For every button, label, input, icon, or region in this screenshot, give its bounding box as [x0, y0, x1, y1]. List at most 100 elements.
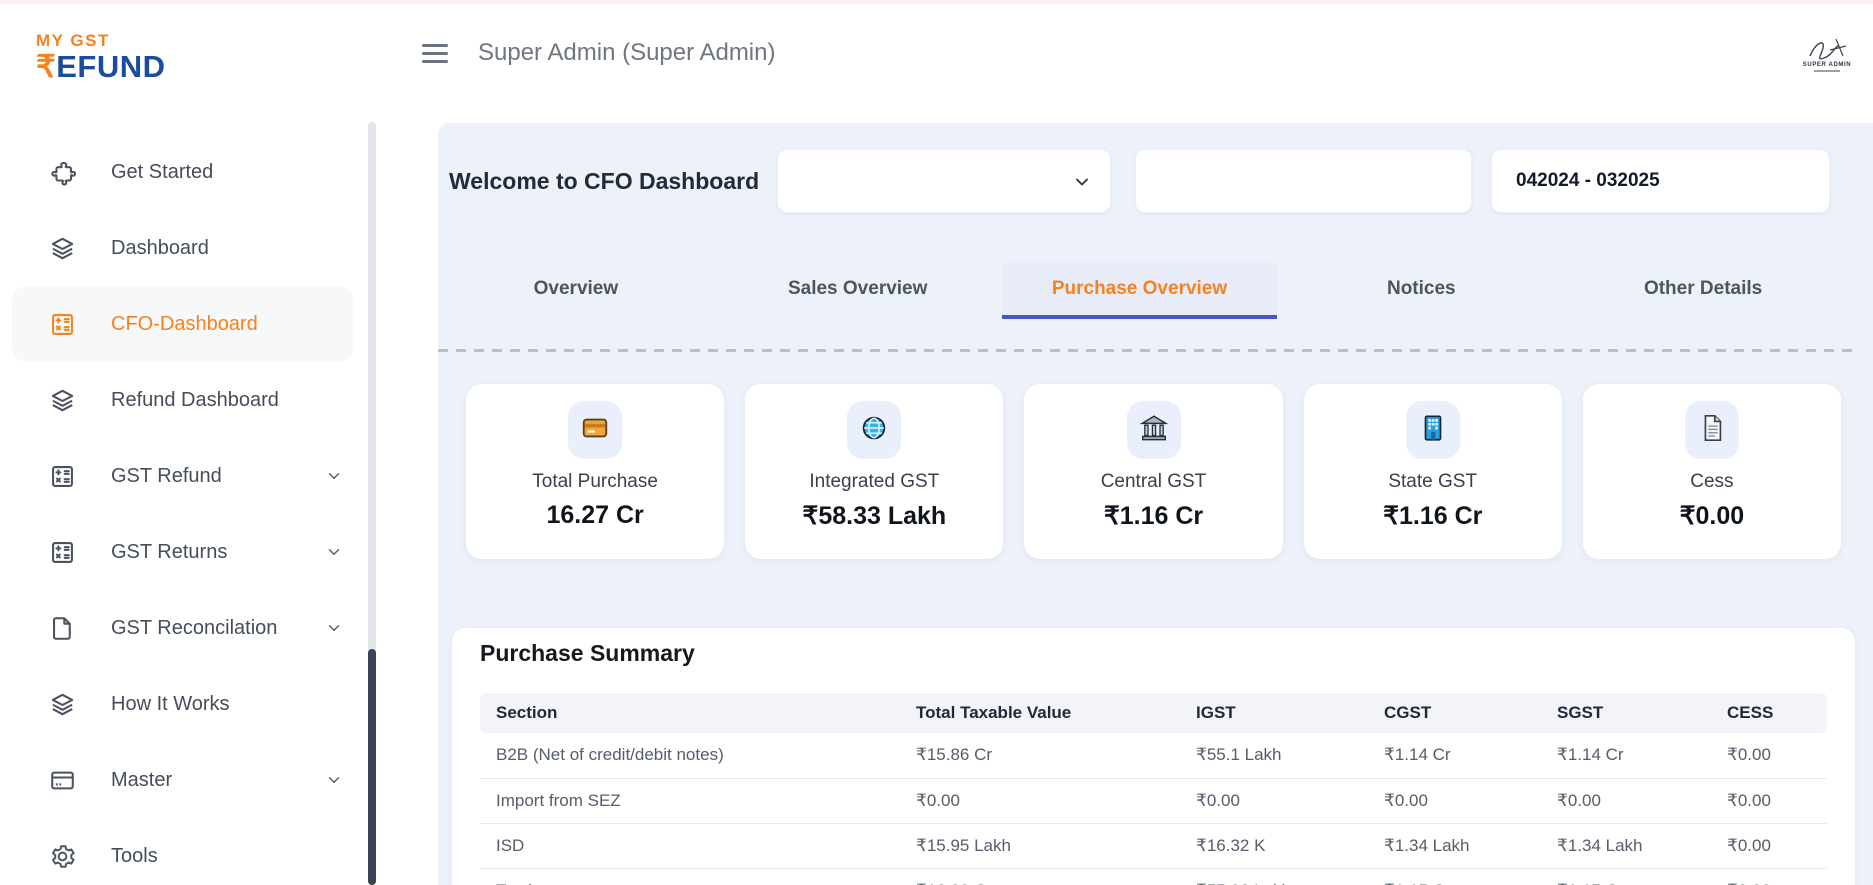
stat-card-integrated-gst: Integrated GST ₹58.33 Lakh [745, 384, 1004, 559]
sidebar-item-gst-refund[interactable]: GST Refund [0, 438, 365, 514]
table-row: Import from SEZ ₹0.00 ₹0.00 ₹0.00 ₹0.00 ₹0.00 [480, 778, 1827, 824]
sidebar-item-dashboard[interactable]: Dashboard [0, 210, 365, 286]
stat-label: State GST [1388, 471, 1478, 492]
user-signature-stamp[interactable]: SUPER ADMIN [1795, 36, 1859, 72]
table-cell: ₹0.00 [1180, 778, 1368, 824]
sidebar-item-refund-dashboard[interactable]: Refund Dashboard [0, 362, 365, 438]
table-row: Total₹16.02 Cr₹55.26 Lakh₹1.15 Cr₹1.15 C… [480, 868, 1827, 885]
stat-value: 16.27 Cr [546, 501, 644, 529]
stat-label: Integrated GST [809, 471, 940, 492]
sidebar-item-label: Master [111, 768, 173, 791]
file-icon [48, 614, 77, 643]
table-cell: ₹1.34 Lakh [1368, 823, 1541, 869]
sidebar-item-tools[interactable]: Tools [0, 818, 365, 885]
period-input[interactable]: 042024 - 032025 [1491, 149, 1830, 213]
globe-icon [859, 413, 889, 448]
layers-icon [48, 234, 77, 263]
sidebar-item-master[interactable]: Master [0, 742, 365, 818]
sidebar-item-how-it-works[interactable]: How It Works [0, 666, 365, 742]
chevron-down-icon [325, 619, 343, 637]
stat-value: ₹1.16 Cr [1103, 502, 1204, 530]
sidebar-item-label: Get Started [111, 160, 214, 183]
period-value: 042024 - 032025 [1516, 170, 1660, 191]
gear-icon [48, 842, 77, 871]
vertical-scrollbar-thumb[interactable] [368, 649, 376, 885]
sidebar-item-cfo-dashboard[interactable]: CFO-Dashboard [12, 286, 353, 362]
calculator-icon [48, 310, 77, 339]
company-select[interactable] [777, 149, 1111, 213]
column-header-section: Section [480, 693, 900, 733]
column-header-igst: IGST [1180, 693, 1368, 733]
stat-icon-box [568, 401, 623, 459]
layers-icon [48, 386, 77, 415]
table-cell: ₹0.00 [900, 778, 1180, 824]
chevron-down-icon [325, 771, 343, 789]
secondary-select[interactable] [1135, 149, 1472, 213]
sidebar-item-label: Tools [111, 844, 158, 867]
stat-card-cess: Cess ₹0.00 [1582, 384, 1842, 559]
main-panel: Welcome to CFO Dashboard 042024 - 032025… [438, 123, 1873, 885]
stat-icon-box [1405, 401, 1460, 459]
purchase-summary-title: Purchase Summary [480, 640, 695, 666]
chevron-down-icon [1072, 172, 1092, 192]
brand-logo-name: EFUND [56, 49, 166, 84]
sidebar-item-label: CFO-Dashboard [111, 312, 258, 335]
calculator-icon [48, 538, 77, 567]
tab-purchase-overview[interactable]: Purchase Overview [1001, 263, 1278, 319]
welcome-row: Welcome to CFO Dashboard 042024 - 032025 [449, 149, 1830, 213]
sidebar: Get Started Dashboard CFO-Dashboard Refund … [0, 120, 365, 885]
table-cell: ₹1.15 Cr [1541, 868, 1711, 885]
document-icon [1697, 413, 1727, 448]
rupee-icon: ₹ [36, 49, 57, 84]
stat-value: ₹58.33 Lakh [802, 502, 947, 530]
credit-card-outline-icon [48, 766, 77, 795]
puzzle-icon [48, 158, 77, 187]
tab-overview[interactable]: Overview [438, 263, 714, 319]
sidebar-item-gst-reconcilation[interactable]: GST Reconcilation [0, 590, 365, 666]
brand-logo-bottom: ₹EFUND [36, 51, 166, 82]
stamp-subtext-line [1814, 70, 1840, 72]
table-row: ISD ₹15.95 Lakh ₹16.32 K ₹1.34 Lakh ₹1.34 La… [480, 823, 1827, 869]
stat-cards-row: Total Purchase 16.27 Cr Integrated GST ₹58.… [466, 384, 1842, 559]
table-cell: ₹0.00 [1711, 868, 1827, 885]
signature-icon [1809, 38, 1847, 60]
stat-card-central-gst: Central GST ₹1.16 Cr [1024, 384, 1283, 559]
purchase-summary-card: Purchase Summary Section Total Taxable Va… [452, 628, 1855, 885]
table-cell: ₹0.00 [1711, 823, 1827, 869]
tab-sales-overview[interactable]: Sales Overview [719, 263, 996, 319]
hamburger-menu-icon[interactable] [422, 44, 448, 64]
layers-icon [48, 690, 77, 719]
column-header-cgst: CGST [1368, 693, 1541, 733]
stat-card-total-purchase: Total Purchase 16.27 Cr [466, 384, 725, 559]
table-cell: ₹0.00 [1541, 778, 1711, 824]
stat-icon-box [1126, 401, 1181, 459]
brand-logo[interactable]: MY GST ₹EFUND [36, 32, 166, 82]
table-cell: ISD [480, 823, 900, 869]
tab-notices[interactable]: Notices [1283, 263, 1560, 319]
column-header-cess: CESS [1711, 693, 1827, 733]
tab-other-details[interactable]: Other Details [1565, 263, 1841, 319]
stat-label: Cess [1690, 471, 1734, 492]
column-header-sgst: SGST [1541, 693, 1711, 733]
sidebar-item-get-started[interactable]: Get Started [0, 134, 365, 210]
sidebar-item-label: How It Works [111, 692, 230, 715]
brand-logo-top: MY GST [36, 31, 110, 50]
stat-label: Total Purchase [532, 471, 658, 492]
table-cell: ₹55.26 Lakh [1180, 868, 1368, 885]
table-header-row: Section Total Taxable Value IGST CGST SGST CE… [480, 693, 1827, 733]
table-cell: ₹1.14 Cr [1541, 733, 1711, 779]
sidebar-item-label: GST Returns [111, 540, 228, 563]
table-cell: ₹16.32 K [1180, 823, 1368, 869]
table-cell: Import from SEZ [480, 778, 900, 824]
bank-icon [1139, 413, 1169, 448]
page-title: Welcome to CFO Dashboard [449, 167, 760, 194]
table-cell: ₹16.02 Cr [900, 868, 1180, 885]
table-cell: ₹1.34 Lakh [1541, 823, 1711, 869]
table-cell: ₹0.00 [1368, 778, 1541, 824]
table-cell: ₹1.15 Cr [1368, 868, 1541, 885]
vertical-scrollbar-track[interactable] [368, 122, 376, 885]
stat-icon-box [1684, 401, 1739, 459]
sidebar-item-gst-returns[interactable]: GST Returns [0, 514, 365, 590]
sidebar-item-label: Refund Dashboard [111, 388, 279, 411]
table-row: B2B (Net of credit/debit notes) ₹15.86 Cr… [480, 733, 1827, 779]
